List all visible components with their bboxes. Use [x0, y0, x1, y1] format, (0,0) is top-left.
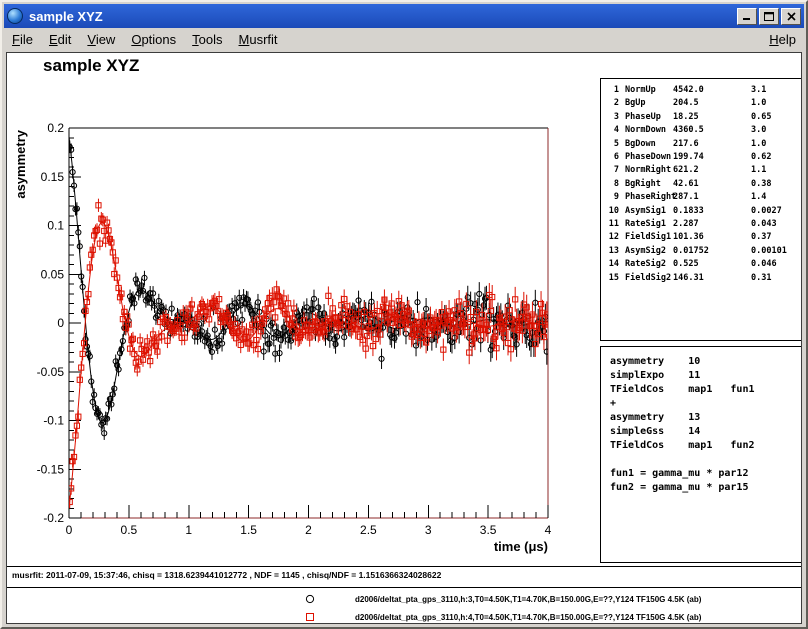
- svg-text:3.5: 3.5: [480, 523, 497, 537]
- parameter-row: 14RateSig20.5250.046: [607, 258, 801, 271]
- svg-text:2: 2: [305, 523, 312, 537]
- window-title: sample XYZ: [29, 9, 735, 24]
- root-canvas[interactable]: sample XYZ -0.2 -0.15 -0.1 -0.05 0 0.05 0.1 0.1…: [6, 52, 802, 624]
- square-marker-icon: [303, 610, 317, 624]
- svg-text:0.05: 0.05: [41, 267, 65, 281]
- parameter-row: 13AsymSig20.017520.00101: [607, 245, 801, 258]
- parameter-row: 8BgRight42.610.38: [607, 178, 801, 191]
- plot-title: sample XYZ: [43, 56, 139, 76]
- svg-text:time (μs): time (μs): [494, 539, 548, 554]
- svg-text:0: 0: [66, 523, 73, 537]
- svg-text:-0.05: -0.05: [37, 365, 65, 379]
- parameter-row: 10AsymSig10.18330.0027: [607, 205, 801, 218]
- parameter-row: 12FieldSig1101.360.37: [607, 231, 801, 244]
- menu-options[interactable]: Options: [123, 29, 184, 50]
- svg-text:4: 4: [545, 523, 552, 537]
- theory-pave[interactable]: asymmetry 10 simplExpo 11 TFieldCos map1…: [600, 346, 802, 563]
- plot-legend[interactable]: d2006/deltat_pta_gps_3110,h:3,T0=4.50K,T…: [7, 590, 801, 624]
- parameter-row: 9PhaseRight287.11.4: [607, 191, 801, 204]
- titlebar[interactable]: sample XYZ: [4, 4, 804, 28]
- svg-text:1: 1: [185, 523, 192, 537]
- legend-label: d2006/deltat_pta_gps_3110,h:4,T0=4.50K,T…: [355, 613, 701, 622]
- parameter-row: 3PhaseUp18.250.65: [607, 111, 801, 124]
- svg-text:0.1: 0.1: [47, 219, 64, 233]
- parameter-row: 7NormRight621.21.1: [607, 164, 801, 177]
- titlebar-buttons: [735, 8, 801, 25]
- maximize-icon: [764, 12, 774, 21]
- fit-info: musrfit: 2011-07-09, 15:37:46, chisq = 1…: [12, 570, 441, 580]
- svg-text:-0.15: -0.15: [37, 462, 65, 476]
- menu-view[interactable]: View: [79, 29, 123, 50]
- svg-text:0.5: 0.5: [121, 523, 138, 537]
- app-window: sample XYZ FileEditViewOptionsToolsMusrf…: [0, 0, 808, 629]
- menu-file[interactable]: File: [4, 29, 41, 50]
- parameter-row: 1NormUp4542.03.1: [607, 84, 801, 97]
- parameter-row: 6PhaseDown199.740.62: [607, 151, 801, 164]
- parameter-row: 4NormDown4360.53.0: [607, 124, 801, 137]
- asymmetry-plot[interactable]: -0.2 -0.15 -0.1 -0.05 0 0.05 0.1 0.15 0.2 0 0.5 1 1.…: [11, 117, 591, 562]
- close-button[interactable]: [781, 8, 801, 25]
- close-icon: [787, 12, 796, 21]
- menu-musrfit[interactable]: Musrfit: [231, 29, 286, 50]
- legend-row: d2006/deltat_pta_gps_3110,h:4,T0=4.50K,T…: [7, 608, 801, 624]
- app-icon: [7, 8, 23, 24]
- svg-text:-0.2: -0.2: [43, 511, 64, 525]
- svg-text:1.5: 1.5: [240, 523, 257, 537]
- minimize-icon: [742, 12, 752, 21]
- menubar-items: FileEditViewOptionsToolsMusrfit: [4, 29, 286, 50]
- minimize-button[interactable]: [737, 8, 757, 25]
- svg-text:2.5: 2.5: [360, 523, 377, 537]
- legend-row: d2006/deltat_pta_gps_3110,h:3,T0=4.50K,T…: [7, 590, 801, 608]
- footer-divider-top: [7, 566, 801, 567]
- menu-help[interactable]: Help: [761, 29, 804, 50]
- svg-text:asymmetry: asymmetry: [13, 129, 28, 198]
- footer-divider-legend: [7, 587, 801, 588]
- svg-text:3: 3: [425, 523, 432, 537]
- svg-text:0: 0: [57, 316, 64, 330]
- svg-text:0.15: 0.15: [41, 170, 65, 184]
- maximize-button[interactable]: [759, 8, 779, 25]
- parameter-row: 15FieldSig2146.310.31: [607, 272, 801, 285]
- parameter-row: 2BgUp204.51.0: [607, 97, 801, 110]
- parameter-row: 5BgDown217.61.0: [607, 138, 801, 151]
- theory-text: asymmetry 10 simplExpo 11 TFieldCos map1…: [610, 355, 801, 495]
- menubar: FileEditViewOptionsToolsMusrfit Help: [4, 28, 804, 50]
- parameter-pave[interactable]: 1NormUp4542.03.12BgUp204.51.03PhaseUp18.…: [600, 78, 802, 341]
- circle-marker-icon: [303, 592, 317, 606]
- svg-text:0.2: 0.2: [47, 121, 64, 135]
- legend-label: d2006/deltat_pta_gps_3110,h:3,T0=4.50K,T…: [355, 595, 701, 604]
- menu-tools[interactable]: Tools: [184, 29, 230, 50]
- svg-text:-0.1: -0.1: [43, 414, 64, 428]
- parameter-row: 11RateSig12.2870.043: [607, 218, 801, 231]
- menu-edit[interactable]: Edit: [41, 29, 79, 50]
